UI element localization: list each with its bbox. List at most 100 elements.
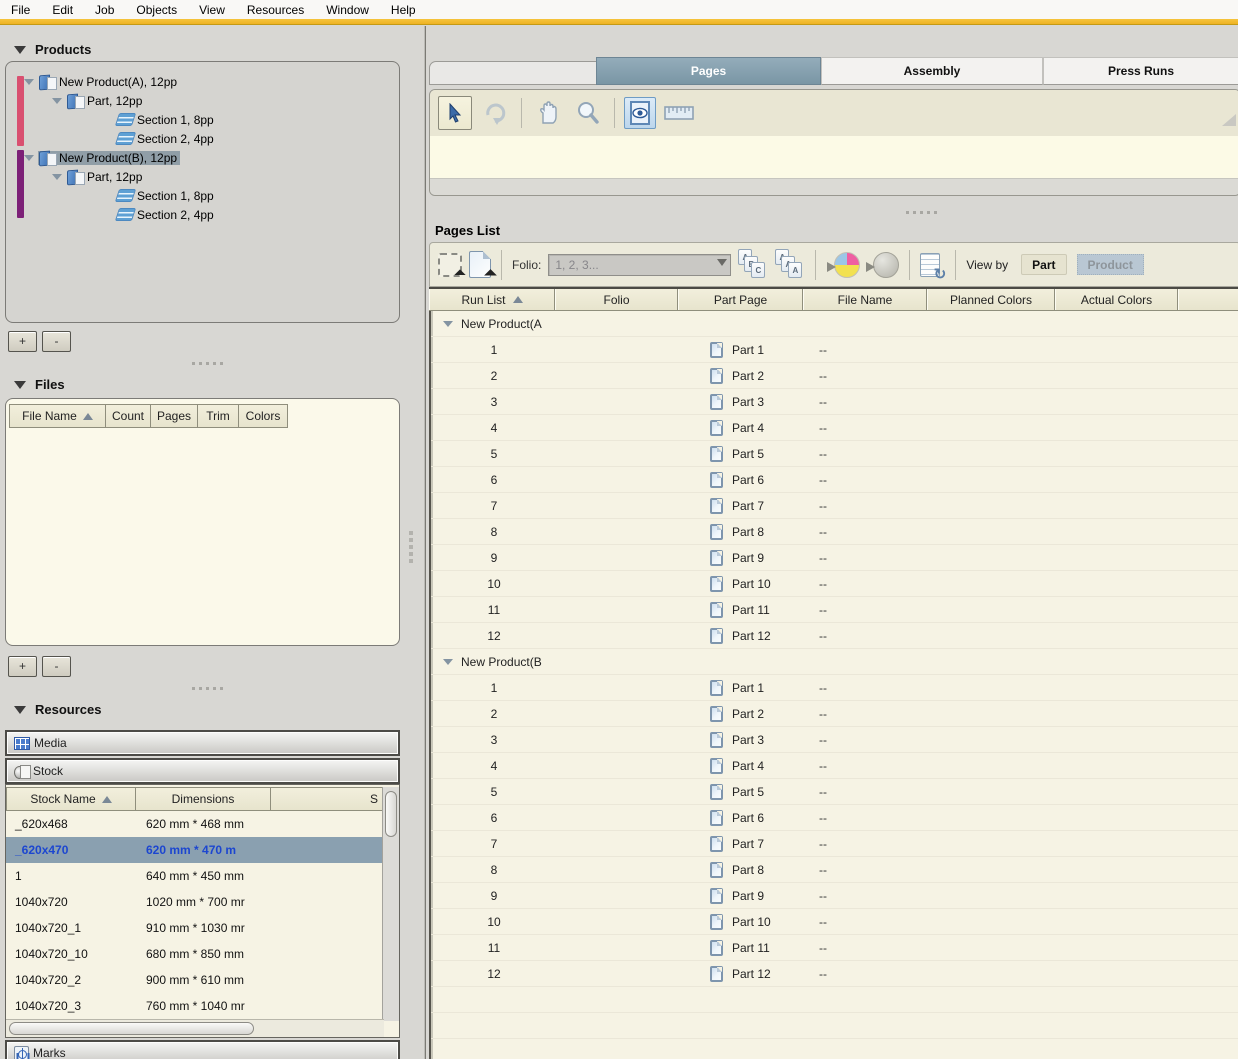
menu-item-edit[interactable]: Edit — [41, 3, 84, 17]
marquee-select-icon[interactable] — [438, 253, 462, 277]
runlist-row[interactable]: 4Part 4-- — [431, 415, 1238, 441]
stock-row-_620x470[interactable]: _620x470620 mm * 470 m — [6, 837, 384, 863]
disclosure-triangle-icon[interactable] — [24, 155, 34, 161]
tree-item-part-12pp[interactable]: Part, 12pp — [52, 167, 145, 186]
runlist-column-actual-colors[interactable]: Actual Colors — [1055, 289, 1178, 310]
menu-item-resources[interactable]: Resources — [236, 3, 315, 17]
runlist-row[interactable]: 4Part 4-- — [431, 753, 1238, 779]
product-add-button[interactable]: + — [8, 331, 37, 352]
marks-accordion-bar[interactable]: Marks — [5, 1040, 400, 1059]
vertical-splitter[interactable] — [401, 26, 425, 1059]
menu-item-job[interactable]: Job — [84, 3, 125, 17]
tree-item-section-2-4pp[interactable]: Section 2, 4pp — [116, 129, 217, 148]
stock-column-s[interactable]: S — [271, 787, 383, 811]
runlist-row[interactable]: 9Part 9-- — [431, 883, 1238, 909]
preview-toggle-button[interactable] — [624, 97, 656, 129]
scrollbar-thumb[interactable] — [9, 1022, 254, 1035]
disclosure-triangle-icon[interactable] — [52, 98, 62, 104]
disclosure-triangle-icon[interactable] — [24, 79, 34, 85]
products-section-header[interactable]: Products — [14, 42, 91, 57]
files-column-pages[interactable]: Pages — [151, 404, 198, 428]
menu-item-help[interactable]: Help — [380, 3, 427, 17]
runlist-column-folio[interactable]: Folio — [555, 289, 678, 310]
folio-aaa-icon[interactable]: AAA — [775, 249, 805, 280]
tab-press-runs[interactable]: Press Runs — [1043, 57, 1238, 85]
view-by-product-button[interactable]: Product — [1077, 254, 1144, 275]
runlist-column-planned-colors[interactable]: Planned Colors — [927, 289, 1055, 310]
view-by-part-button[interactable]: Part — [1021, 254, 1066, 275]
remove-colors-icon[interactable] — [873, 252, 899, 278]
stock-vertical-scrollbar[interactable] — [382, 787, 399, 1021]
runlist-row[interactable]: 6Part 6-- — [431, 467, 1238, 493]
files-column-file-name[interactable]: File Name — [9, 404, 106, 428]
file-add-button[interactable]: + — [8, 656, 37, 677]
splitter-toolbar-pageslist[interactable] — [906, 211, 937, 214]
splitter-products-files[interactable] — [192, 362, 223, 365]
stock-accordion-bar[interactable]: Stock — [5, 758, 400, 784]
runlist-column-file-name[interactable]: File Name — [803, 289, 927, 310]
file-remove-button[interactable]: - — [42, 656, 71, 677]
runlist-row[interactable]: 11Part 11-- — [431, 935, 1238, 961]
runlist-row[interactable]: 5Part 5-- — [431, 441, 1238, 467]
stock-column-dimensions[interactable]: Dimensions — [136, 787, 271, 811]
runlist-row[interactable]: 1Part 1-- — [431, 675, 1238, 701]
group-collapse-icon[interactable] — [443, 321, 453, 327]
resources-section-header[interactable]: Resources — [14, 702, 101, 717]
add-page-icon[interactable] — [469, 251, 491, 278]
stock-row-1040x720_10[interactable]: 1040x720_10680 mm * 850 mm — [6, 941, 384, 967]
runlist-row[interactable]: 2Part 2-- — [431, 363, 1238, 389]
runlist-row[interactable]: 12Part 12-- — [431, 623, 1238, 649]
files-column-count[interactable]: Count — [106, 404, 151, 428]
files-column-colors[interactable]: Colors — [239, 404, 288, 428]
menu-item-window[interactable]: Window — [315, 3, 380, 17]
runlist-row[interactable]: 3Part 3-- — [431, 727, 1238, 753]
tree-item-section-2-4pp[interactable]: Section 2, 4pp — [116, 205, 217, 224]
menu-item-file[interactable]: File — [0, 3, 41, 17]
stock-row-1040x720[interactable]: 1040x7201020 mm * 700 mr — [6, 889, 384, 915]
disclosure-triangle-icon[interactable] — [52, 174, 62, 180]
stock-row-_620x468[interactable]: _620x468620 mm * 468 mm — [6, 811, 384, 837]
splitter-grip[interactable] — [409, 531, 413, 563]
menu-item-view[interactable]: View — [188, 3, 236, 17]
files-column-trim[interactable]: Trim — [198, 404, 239, 428]
product-remove-button[interactable]: - — [42, 331, 71, 352]
runlist-row[interactable]: 7Part 7-- — [431, 831, 1238, 857]
tab-pages[interactable]: Pages — [596, 57, 821, 85]
tree-item-new-product-a-12pp[interactable]: New Product(A), 12pp — [24, 72, 180, 91]
runlist-row[interactable]: 6Part 6-- — [431, 805, 1238, 831]
folio-dropdown[interactable]: 1, 2, 3... — [548, 254, 731, 276]
pointer-tool-button[interactable] — [438, 96, 472, 130]
measure-tool-button[interactable] — [662, 96, 696, 130]
runlist-row[interactable]: 8Part 8-- — [431, 519, 1238, 545]
pan-tool-button[interactable] — [531, 96, 565, 130]
runlist-row[interactable]: 7Part 7-- — [431, 493, 1238, 519]
refresh-pages-icon[interactable] — [920, 253, 940, 277]
splitter-files-resources[interactable] — [192, 687, 223, 690]
stock-row-1040x720_1[interactable]: 1040x720_1910 mm * 1030 mr — [6, 915, 384, 941]
folio-abc-icon[interactable]: ABC — [738, 249, 768, 280]
runlist-row[interactable]: 10Part 10-- — [431, 571, 1238, 597]
tree-item-part-12pp[interactable]: Part, 12pp — [52, 91, 145, 110]
runlist-row[interactable]: 1Part 1-- — [431, 337, 1238, 363]
stock-column-stock-name[interactable]: Stock Name — [6, 787, 136, 811]
runlist-row[interactable]: 9Part 9-- — [431, 545, 1238, 571]
tree-item-section-1-8pp[interactable]: Section 1, 8pp — [116, 110, 217, 129]
runlist-column-part-page[interactable]: Part Page — [678, 289, 803, 310]
runlist-row[interactable]: 5Part 5-- — [431, 779, 1238, 805]
runlist-group-new-product-b[interactable]: New Product(B — [431, 649, 1238, 675]
runlist-row[interactable]: 3Part 3-- — [431, 389, 1238, 415]
files-section-header[interactable]: Files — [14, 377, 65, 392]
runlist-row[interactable]: 8Part 8-- — [431, 857, 1238, 883]
rotate-tool-button[interactable] — [478, 96, 512, 130]
scrollbar-thumb[interactable] — [385, 791, 397, 837]
stock-horizontal-scrollbar[interactable] — [6, 1019, 384, 1037]
apply-colors-icon[interactable] — [834, 252, 860, 278]
runlist-row[interactable]: 10Part 10-- — [431, 909, 1238, 935]
group-collapse-icon[interactable] — [443, 659, 453, 665]
tree-item-section-1-8pp[interactable]: Section 1, 8pp — [116, 186, 217, 205]
stock-row-1040x720_2[interactable]: 1040x720_2900 mm * 610 mm — [6, 967, 384, 993]
media-accordion-bar[interactable]: Media — [5, 730, 400, 756]
runlist-group-new-product-a[interactable]: New Product(A — [431, 311, 1238, 337]
runlist-column-run-list[interactable]: Run List — [429, 289, 555, 310]
menu-item-objects[interactable]: Objects — [125, 3, 188, 17]
